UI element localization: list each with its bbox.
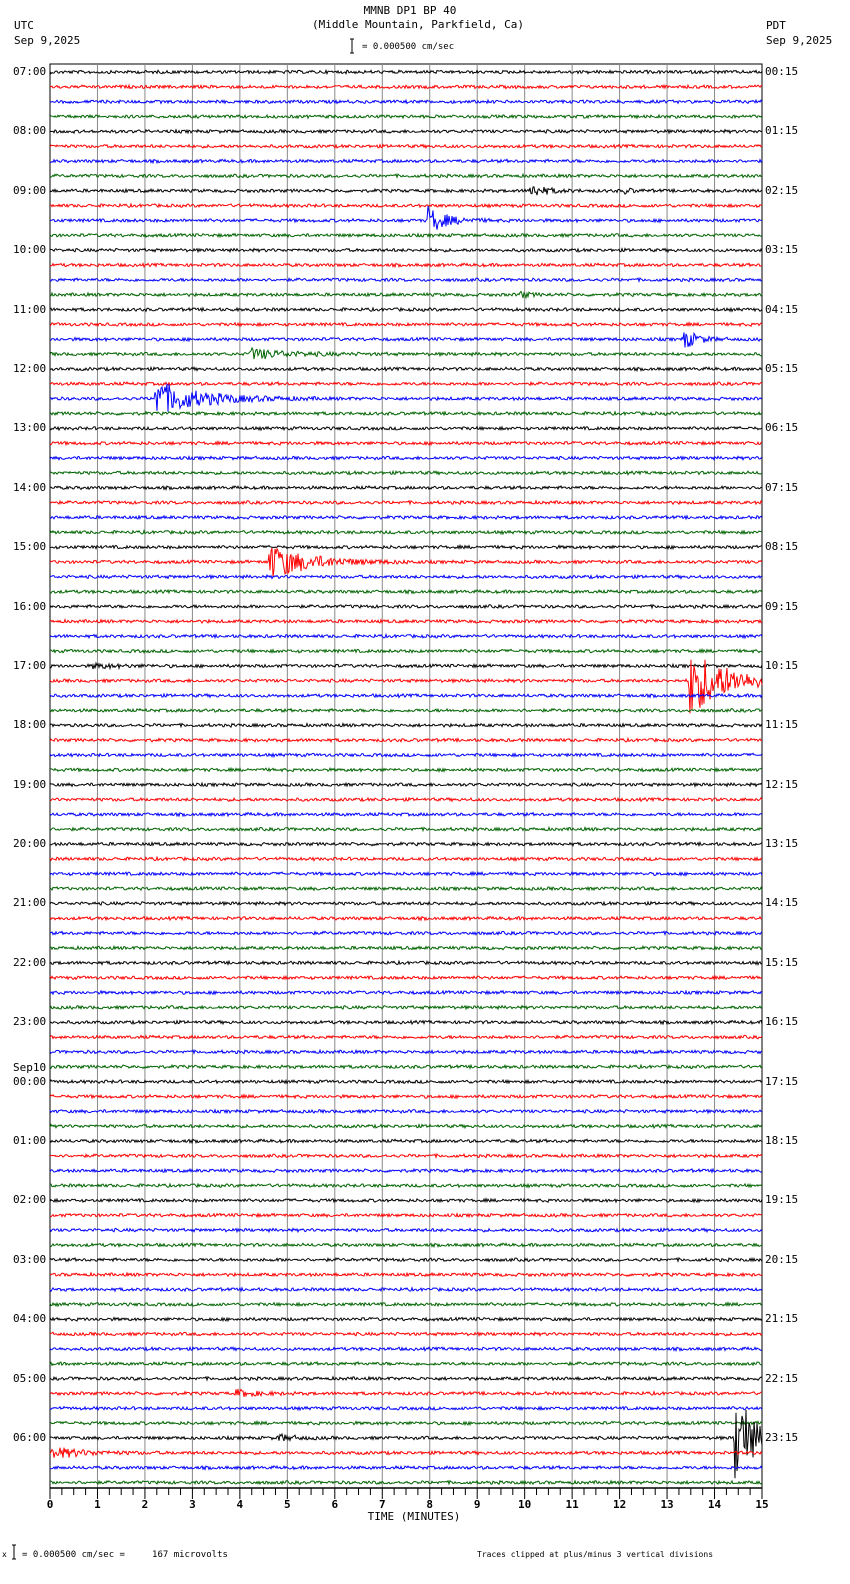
trace-89 (49, 1388, 763, 1398)
trace-56 (49, 900, 763, 907)
trace-33 (49, 547, 763, 578)
trace-7 (49, 172, 763, 179)
trace-84 (49, 1316, 763, 1323)
trace-63 (49, 1004, 763, 1011)
trace-34 (49, 573, 763, 580)
trace-81 (49, 1271, 763, 1278)
trace-90 (49, 1405, 763, 1412)
trace-45 (49, 736, 763, 744)
trace-88 (49, 1375, 763, 1382)
trace-79 (49, 1241, 763, 1249)
trace-19 (49, 346, 763, 360)
trace-20 (49, 365, 763, 373)
trace-40 (49, 661, 763, 671)
trace-5 (49, 143, 763, 150)
trace-78 (49, 1227, 763, 1234)
trace-28 (49, 484, 763, 491)
trace-51 (49, 826, 763, 833)
trace-68 (49, 1078, 763, 1085)
trace-15 (49, 290, 763, 300)
trace-14 (49, 276, 763, 283)
trace-82 (49, 1286, 763, 1293)
trace-31 (49, 529, 763, 536)
trace-62 (49, 989, 763, 996)
trace-77 (49, 1212, 763, 1219)
seismogram-plot (12, 38, 763, 1560)
trace-65 (49, 1034, 763, 1040)
trace-1 (49, 83, 763, 90)
trace-8 (49, 186, 763, 196)
trace-53 (49, 855, 763, 862)
trace-70 (49, 1108, 763, 1115)
trace-52 (49, 840, 763, 848)
trace-46 (49, 752, 763, 759)
trace-21 (49, 380, 763, 387)
trace-23 (49, 410, 763, 417)
trace-24 (49, 425, 763, 432)
trace-48 (49, 781, 763, 788)
trace-61 (49, 974, 763, 981)
trace-37 (49, 618, 763, 625)
trace-95 (49, 1479, 763, 1486)
trace-58 (49, 930, 763, 937)
trace-17 (49, 321, 763, 328)
trace-71 (49, 1123, 763, 1130)
trace-38 (49, 632, 763, 640)
trace-16 (49, 306, 763, 313)
trace-60 (49, 959, 763, 966)
trace-6 (49, 158, 763, 165)
trace-18 (49, 331, 763, 348)
trace-80 (49, 1256, 763, 1263)
trace-72 (49, 1138, 763, 1145)
trace-13 (49, 262, 763, 269)
trace-83 (49, 1301, 763, 1308)
trace-42 (49, 692, 763, 699)
trace-32 (49, 543, 763, 551)
trace-94 (49, 1464, 763, 1471)
trace-9 (49, 202, 763, 209)
trace-66 (49, 1048, 763, 1055)
trace-76 (49, 1197, 763, 1204)
trace-64 (49, 1019, 763, 1026)
trace-25 (49, 439, 763, 447)
trace-85 (49, 1331, 763, 1338)
trace-35 (49, 588, 763, 595)
trace-69 (49, 1093, 763, 1100)
trace-87 (49, 1360, 763, 1367)
trace-29 (49, 499, 763, 506)
trace-74 (49, 1167, 763, 1174)
trace-91 (49, 1419, 763, 1427)
trace-30 (49, 514, 763, 521)
trace-49 (49, 796, 763, 803)
trace-59 (49, 944, 763, 951)
trace-44 (49, 722, 763, 729)
trace-47 (49, 766, 763, 773)
scale-bar-icon (350, 38, 354, 54)
trace-11 (49, 232, 763, 239)
trace-10 (49, 205, 763, 230)
trace-75 (49, 1182, 763, 1189)
trace-39 (49, 647, 763, 654)
trace-50 (49, 811, 763, 818)
trace-4 (49, 128, 763, 135)
trace-22 (49, 383, 763, 412)
trace-27 (49, 469, 763, 476)
trace-93 (49, 1447, 763, 1458)
trace-0 (49, 68, 763, 76)
trace-86 (49, 1345, 763, 1353)
trace-55 (49, 885, 763, 892)
footer-scale-bar-icon (12, 1544, 16, 1560)
trace-36 (49, 603, 763, 610)
trace-43 (49, 707, 763, 714)
trace-26 (49, 454, 763, 462)
trace-67 (49, 1063, 763, 1070)
trace-12 (49, 247, 763, 254)
trace-54 (49, 870, 763, 877)
trace-73 (49, 1152, 763, 1159)
trace-41 (49, 659, 763, 714)
seismogram-page: MMNB DP1 BP 40 (Middle Mountain, Parkfie… (0, 0, 850, 1584)
trace-2 (49, 98, 763, 105)
trace-57 (49, 915, 763, 922)
trace-3 (49, 113, 763, 120)
